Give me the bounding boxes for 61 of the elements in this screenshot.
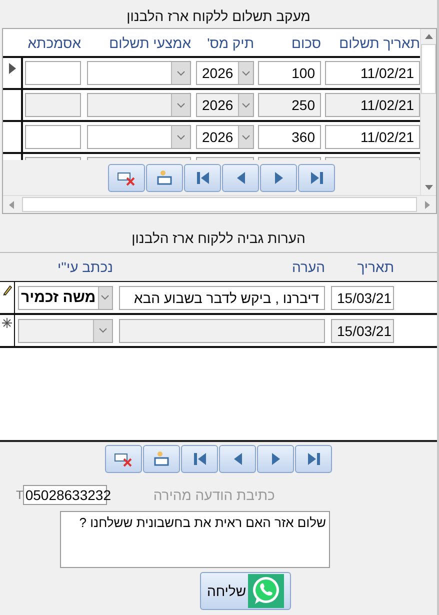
payment-method-dropdown[interactable] xyxy=(87,61,191,85)
tax-file-dropdown[interactable]: 2026 xyxy=(196,125,254,149)
date-field[interactable]: 15/03/21 xyxy=(331,286,394,310)
date-field[interactable]: 11/02/21 xyxy=(325,61,420,85)
last-record-icon xyxy=(310,170,324,185)
payment-method-dropdown[interactable] xyxy=(87,125,191,149)
next-record-button[interactable] xyxy=(260,164,297,192)
column-header: נכתב עי''י xyxy=(57,259,113,275)
section-title: הערות גביה ללקוח ארז הלבנון xyxy=(130,229,306,248)
column-header: אסמכתא xyxy=(26,34,81,50)
amount-field[interactable]: 360 xyxy=(258,125,321,149)
reference-field[interactable] xyxy=(25,61,81,85)
first-record-button[interactable] xyxy=(184,164,221,192)
delete-record-icon xyxy=(116,170,136,186)
delete-record-button[interactable] xyxy=(108,164,145,192)
column-header: הערה xyxy=(292,259,325,275)
horizontal-scrollbar[interactable] xyxy=(3,195,436,213)
new-record-icon xyxy=(154,170,174,186)
author-dropdown[interactable] xyxy=(18,318,113,342)
last-record-icon xyxy=(306,452,320,466)
date-field[interactable]: 15/03/21 xyxy=(331,318,394,342)
column-header: תיק מס' xyxy=(206,34,254,50)
next-record-button[interactable] xyxy=(257,445,294,473)
field-marker: T xyxy=(16,488,24,502)
prev-record-button[interactable] xyxy=(222,164,259,192)
scroll-arrow-icon xyxy=(424,185,432,190)
first-record-icon xyxy=(192,452,206,466)
amount-field[interactable]: 100 xyxy=(258,61,321,85)
date-field[interactable]: 11/02/21 xyxy=(325,93,420,117)
tax-file-dropdown[interactable]: 2026 xyxy=(196,93,254,117)
vertical-scrollbar[interactable] xyxy=(420,29,436,196)
new-record-button[interactable] xyxy=(146,164,183,192)
quick-message-label: כתיבת הודעה מהירה xyxy=(153,487,275,503)
first-record-icon xyxy=(196,170,210,185)
note-field[interactable] xyxy=(119,318,325,342)
chat-phone-icon xyxy=(248,574,284,608)
first-record-button[interactable] xyxy=(181,445,218,473)
reference-field[interactable] xyxy=(25,93,81,117)
reference-field[interactable] xyxy=(25,125,81,149)
amount-field[interactable]: 250 xyxy=(258,93,321,117)
author-dropdown[interactable]: משה זכמיר xyxy=(18,286,113,310)
prev-record-button[interactable] xyxy=(219,445,256,473)
note-field[interactable]: דיברנו , ביקש לדבר בשבוע הבא xyxy=(119,286,325,310)
scroll-arrow-icon xyxy=(425,200,430,209)
column-header: סכום xyxy=(290,34,321,50)
column-header: תאריך תשלום xyxy=(338,34,420,50)
section-title: מעקב תשלום ללקוח ארז הלבנון xyxy=(126,7,312,26)
column-header: אמצעי תשלום xyxy=(108,34,191,50)
date-field[interactable]: 11/02/21 xyxy=(325,125,420,149)
last-record-button[interactable] xyxy=(298,164,335,192)
last-record-button[interactable] xyxy=(295,445,332,473)
tax-file-dropdown[interactable]: 2026 xyxy=(196,61,254,85)
delete-record-button[interactable] xyxy=(105,445,142,473)
column-header: תאריך xyxy=(357,259,394,275)
scroll-arrow-icon xyxy=(9,200,14,209)
message-field[interactable]: שלום אזר האם ראית את בחשבונית ששלחנו ? xyxy=(60,511,330,568)
scroll-arrow-icon xyxy=(424,34,432,39)
new-record-button[interactable] xyxy=(143,445,180,473)
new-record-icon xyxy=(152,451,172,467)
send-button[interactable]: שליחה xyxy=(200,572,291,610)
delete-record-icon xyxy=(114,451,134,467)
